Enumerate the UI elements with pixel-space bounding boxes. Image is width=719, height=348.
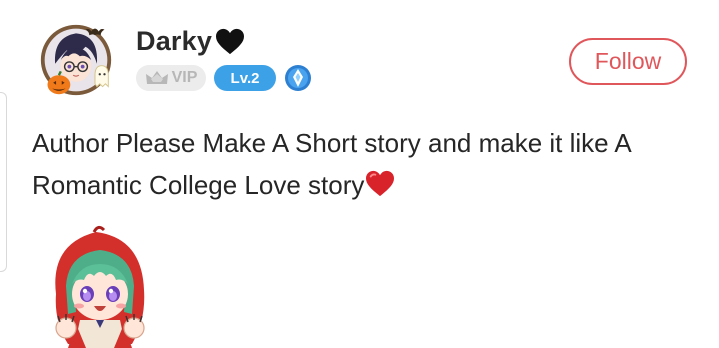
black-heart-icon bbox=[216, 28, 245, 54]
aura-diamond-icon[interactable] bbox=[284, 64, 312, 92]
username[interactable]: Darky bbox=[136, 26, 245, 57]
comment-text: Author Please Make A Short story and mak… bbox=[32, 128, 631, 200]
avatar[interactable] bbox=[38, 22, 118, 100]
level-badge[interactable]: Lv.2 bbox=[214, 65, 276, 91]
crown-icon bbox=[145, 71, 168, 84]
follow-button[interactable]: Follow bbox=[569, 38, 687, 85]
avatar-frame-image bbox=[40, 24, 112, 96]
sticker-image bbox=[55, 225, 145, 348]
vip-label: VIP bbox=[171, 69, 198, 86]
username-text: Darky bbox=[136, 26, 213, 56]
vip-badge[interactable]: VIP bbox=[136, 65, 206, 91]
user-badges: VIP Lv.2 bbox=[136, 64, 312, 92]
comment-body: Author Please Make A Short story and mak… bbox=[32, 122, 702, 206]
red-heart-icon bbox=[366, 170, 395, 197]
left-edge-handle bbox=[0, 92, 7, 272]
level-label: Lv.2 bbox=[230, 69, 260, 87]
